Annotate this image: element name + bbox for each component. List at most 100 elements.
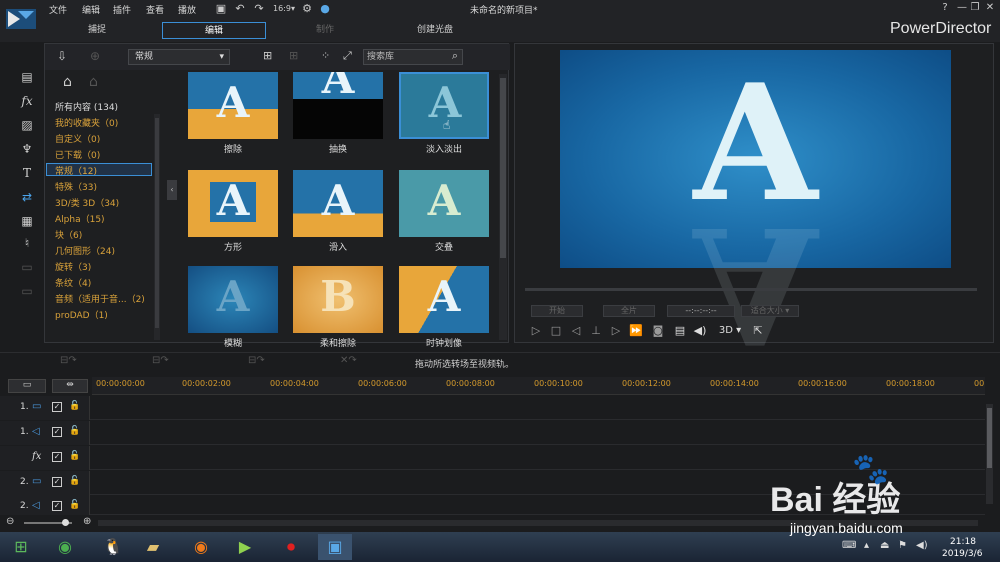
voiceover-icon[interactable]: ♮ bbox=[19, 236, 35, 250]
effect-room-icon[interactable]: fx bbox=[19, 94, 35, 108]
restore-icon[interactable]: ❐ bbox=[968, 2, 982, 14]
category-item[interactable]: 旋转（3) bbox=[55, 260, 91, 273]
timeline-view-button[interactable]: ▭ bbox=[8, 379, 46, 393]
menu-plugins[interactable]: 插件 bbox=[113, 3, 131, 16]
next-frame-icon[interactable]: ▷ bbox=[609, 324, 623, 338]
category-item[interactable]: 自定义（0) bbox=[55, 132, 100, 145]
category-item[interactable]: 已下载（0) bbox=[55, 148, 100, 161]
recorder-icon[interactable]: ⏺ bbox=[274, 534, 308, 560]
category-item[interactable]: Alpha（15) bbox=[55, 212, 105, 225]
library-search-input[interactable]: 搜索库 ⌕ bbox=[363, 49, 463, 65]
subtitle-room-icon[interactable]: ▭ bbox=[19, 284, 35, 298]
stop-icon[interactable]: □ bbox=[549, 324, 563, 338]
menu-view[interactable]: 查看 bbox=[146, 3, 164, 16]
start-button[interactable]: ⊞ bbox=[4, 534, 38, 560]
pip-room-icon[interactable]: ▨ bbox=[19, 118, 35, 132]
category-item[interactable]: 所有内容 (134) bbox=[55, 100, 118, 113]
zoom-in-icon[interactable]: ⊕ bbox=[83, 516, 91, 527]
subtitle-icon[interactable]: ▤ bbox=[673, 324, 687, 338]
import-icon[interactable]: ⇩ bbox=[57, 49, 67, 63]
transition-thumb[interactable]: A bbox=[293, 170, 383, 237]
zoom-dropdown[interactable]: 适合大小 ▾ bbox=[741, 305, 799, 317]
transition-thumb[interactable]: A bbox=[293, 72, 383, 139]
add-to-timeline-icon[interactable]: ⊞ bbox=[263, 49, 272, 62]
category-item-selected[interactable]: 常规（12) bbox=[55, 164, 97, 177]
category-scrollbar[interactable] bbox=[154, 114, 160, 340]
split-icon[interactable]: ⊥ bbox=[589, 324, 603, 338]
track-enable-checkbox[interactable]: ✓ bbox=[52, 501, 62, 511]
file-explorer-icon[interactable]: ▰ bbox=[136, 534, 170, 560]
apply-all-icon[interactable]: ⊞ bbox=[289, 49, 298, 62]
tag-add-icon[interactable]: ⌂ bbox=[63, 74, 72, 90]
collapse-panel-button[interactable]: ‹ bbox=[167, 180, 177, 200]
lock-icon[interactable]: 🔓 bbox=[69, 476, 80, 486]
track-row[interactable]: 1. ▭ ✓ 🔓 bbox=[0, 396, 985, 420]
zoom-out-icon[interactable]: ⊖ bbox=[6, 516, 14, 527]
thumbnail-scrollbar-thumb[interactable] bbox=[500, 78, 506, 258]
firefox-icon[interactable]: ◉ bbox=[184, 534, 218, 560]
movie-mode-button[interactable]: 全片 bbox=[603, 305, 655, 317]
qq-icon[interactable]: 🐧 bbox=[96, 534, 130, 560]
timecode-field[interactable]: --:--:--:-- bbox=[667, 305, 735, 317]
tab-create-disc[interactable]: 创建光盘 bbox=[395, 22, 475, 39]
transition-cross-icon[interactable]: ✕↷ bbox=[340, 355, 357, 366]
transition-thumb[interactable]: A bbox=[188, 266, 278, 333]
3d-mode-button[interactable]: 3D ▾ bbox=[715, 324, 745, 338]
clip-mode-button[interactable]: 开始 bbox=[531, 305, 583, 317]
volume-icon[interactable]: ◀) bbox=[693, 324, 707, 338]
minimize-icon[interactable]: — bbox=[955, 2, 969, 14]
category-item[interactable]: proDAD（1) bbox=[55, 308, 108, 321]
powerdirector-taskbar-icon[interactable]: ▣ bbox=[318, 534, 352, 560]
transition-thumb[interactable]: B bbox=[293, 266, 383, 333]
tab-produce[interactable]: 制作 bbox=[290, 22, 360, 39]
category-item[interactable]: 几何图形（24) bbox=[55, 244, 115, 257]
playback-progress-bar[interactable] bbox=[525, 288, 977, 291]
transition-thumb[interactable]: A bbox=[399, 170, 489, 237]
settings-icon[interactable]: ⚙ bbox=[300, 2, 314, 15]
menu-edit[interactable]: 编辑 bbox=[82, 3, 100, 16]
menu-file[interactable]: 文件 bbox=[49, 3, 67, 16]
help-icon[interactable]: ? bbox=[938, 2, 952, 14]
lock-icon[interactable]: 🔓 bbox=[69, 426, 80, 436]
undock-icon[interactable]: ⇱ bbox=[751, 324, 765, 338]
track-row[interactable]: 1. ◁ ✓ 🔓 bbox=[0, 421, 985, 445]
transition-overlap-icon[interactable]: ⊟↷ bbox=[152, 355, 169, 366]
transition-thumb[interactable]: A bbox=[188, 72, 278, 139]
track-enable-checkbox[interactable]: ✓ bbox=[52, 427, 62, 437]
track-enable-checkbox[interactable]: ✓ bbox=[52, 402, 62, 412]
transition-prefix-icon[interactable]: ⊟↷ bbox=[60, 355, 77, 366]
fit-timeline-button[interactable]: ⇹ bbox=[52, 379, 88, 393]
category-item[interactable]: 音频（适用于音...（2) bbox=[55, 292, 145, 305]
chapter-room-icon[interactable]: ▭ bbox=[19, 260, 35, 274]
transition-thumb-selected[interactable]: A ☝ bbox=[399, 72, 489, 139]
search-icon[interactable]: ⌕ bbox=[452, 49, 458, 63]
grid-view-icon[interactable]: ⁘ bbox=[321, 49, 330, 62]
redo-icon[interactable]: ↷ bbox=[252, 2, 266, 15]
close-icon[interactable]: ✕ bbox=[983, 2, 997, 14]
download-icon[interactable]: ⊕ bbox=[90, 49, 100, 63]
menu-playback[interactable]: 播放 bbox=[178, 3, 196, 16]
save-icon[interactable]: ▣ bbox=[214, 2, 228, 15]
zoom-slider-handle[interactable] bbox=[62, 519, 69, 526]
lock-icon[interactable]: 🔓 bbox=[69, 401, 80, 411]
fast-forward-icon[interactable]: ⏩ bbox=[629, 324, 643, 338]
track-enable-checkbox[interactable]: ✓ bbox=[52, 452, 62, 462]
category-item[interactable]: 3D/类 3D（34) bbox=[55, 196, 119, 209]
media-app-icon[interactable]: ▶ bbox=[228, 534, 262, 560]
tab-edit[interactable]: 编辑 bbox=[162, 22, 266, 39]
undo-icon[interactable]: ↶ bbox=[233, 2, 247, 15]
transition-thumb[interactable]: A bbox=[188, 170, 278, 237]
transition-suffix-icon[interactable]: ⊟↷ bbox=[248, 355, 265, 366]
timeline-ruler[interactable]: 00:00:00:00 00:00:02:00 00:00:04:00 00:0… bbox=[92, 377, 985, 395]
category-dropdown[interactable]: 常规 ▾ bbox=[128, 49, 230, 65]
lock-icon[interactable]: 🔓 bbox=[69, 451, 80, 461]
transition-room-icon[interactable]: ⇄ bbox=[19, 190, 35, 204]
audio-mixing-room-icon[interactable]: ▦ bbox=[19, 214, 35, 228]
account-icon[interactable]: ● bbox=[318, 2, 332, 15]
expand-icon[interactable]: ⤢ bbox=[343, 49, 352, 63]
aspect-ratio-icon[interactable]: 16:9▾ bbox=[273, 2, 295, 15]
browser-360-icon[interactable]: ◉ bbox=[48, 534, 82, 560]
category-item[interactable]: 块（6) bbox=[55, 228, 82, 241]
clock-date[interactable]: 2019/3/6 bbox=[942, 549, 982, 559]
lock-icon[interactable]: 🔓 bbox=[69, 500, 80, 510]
